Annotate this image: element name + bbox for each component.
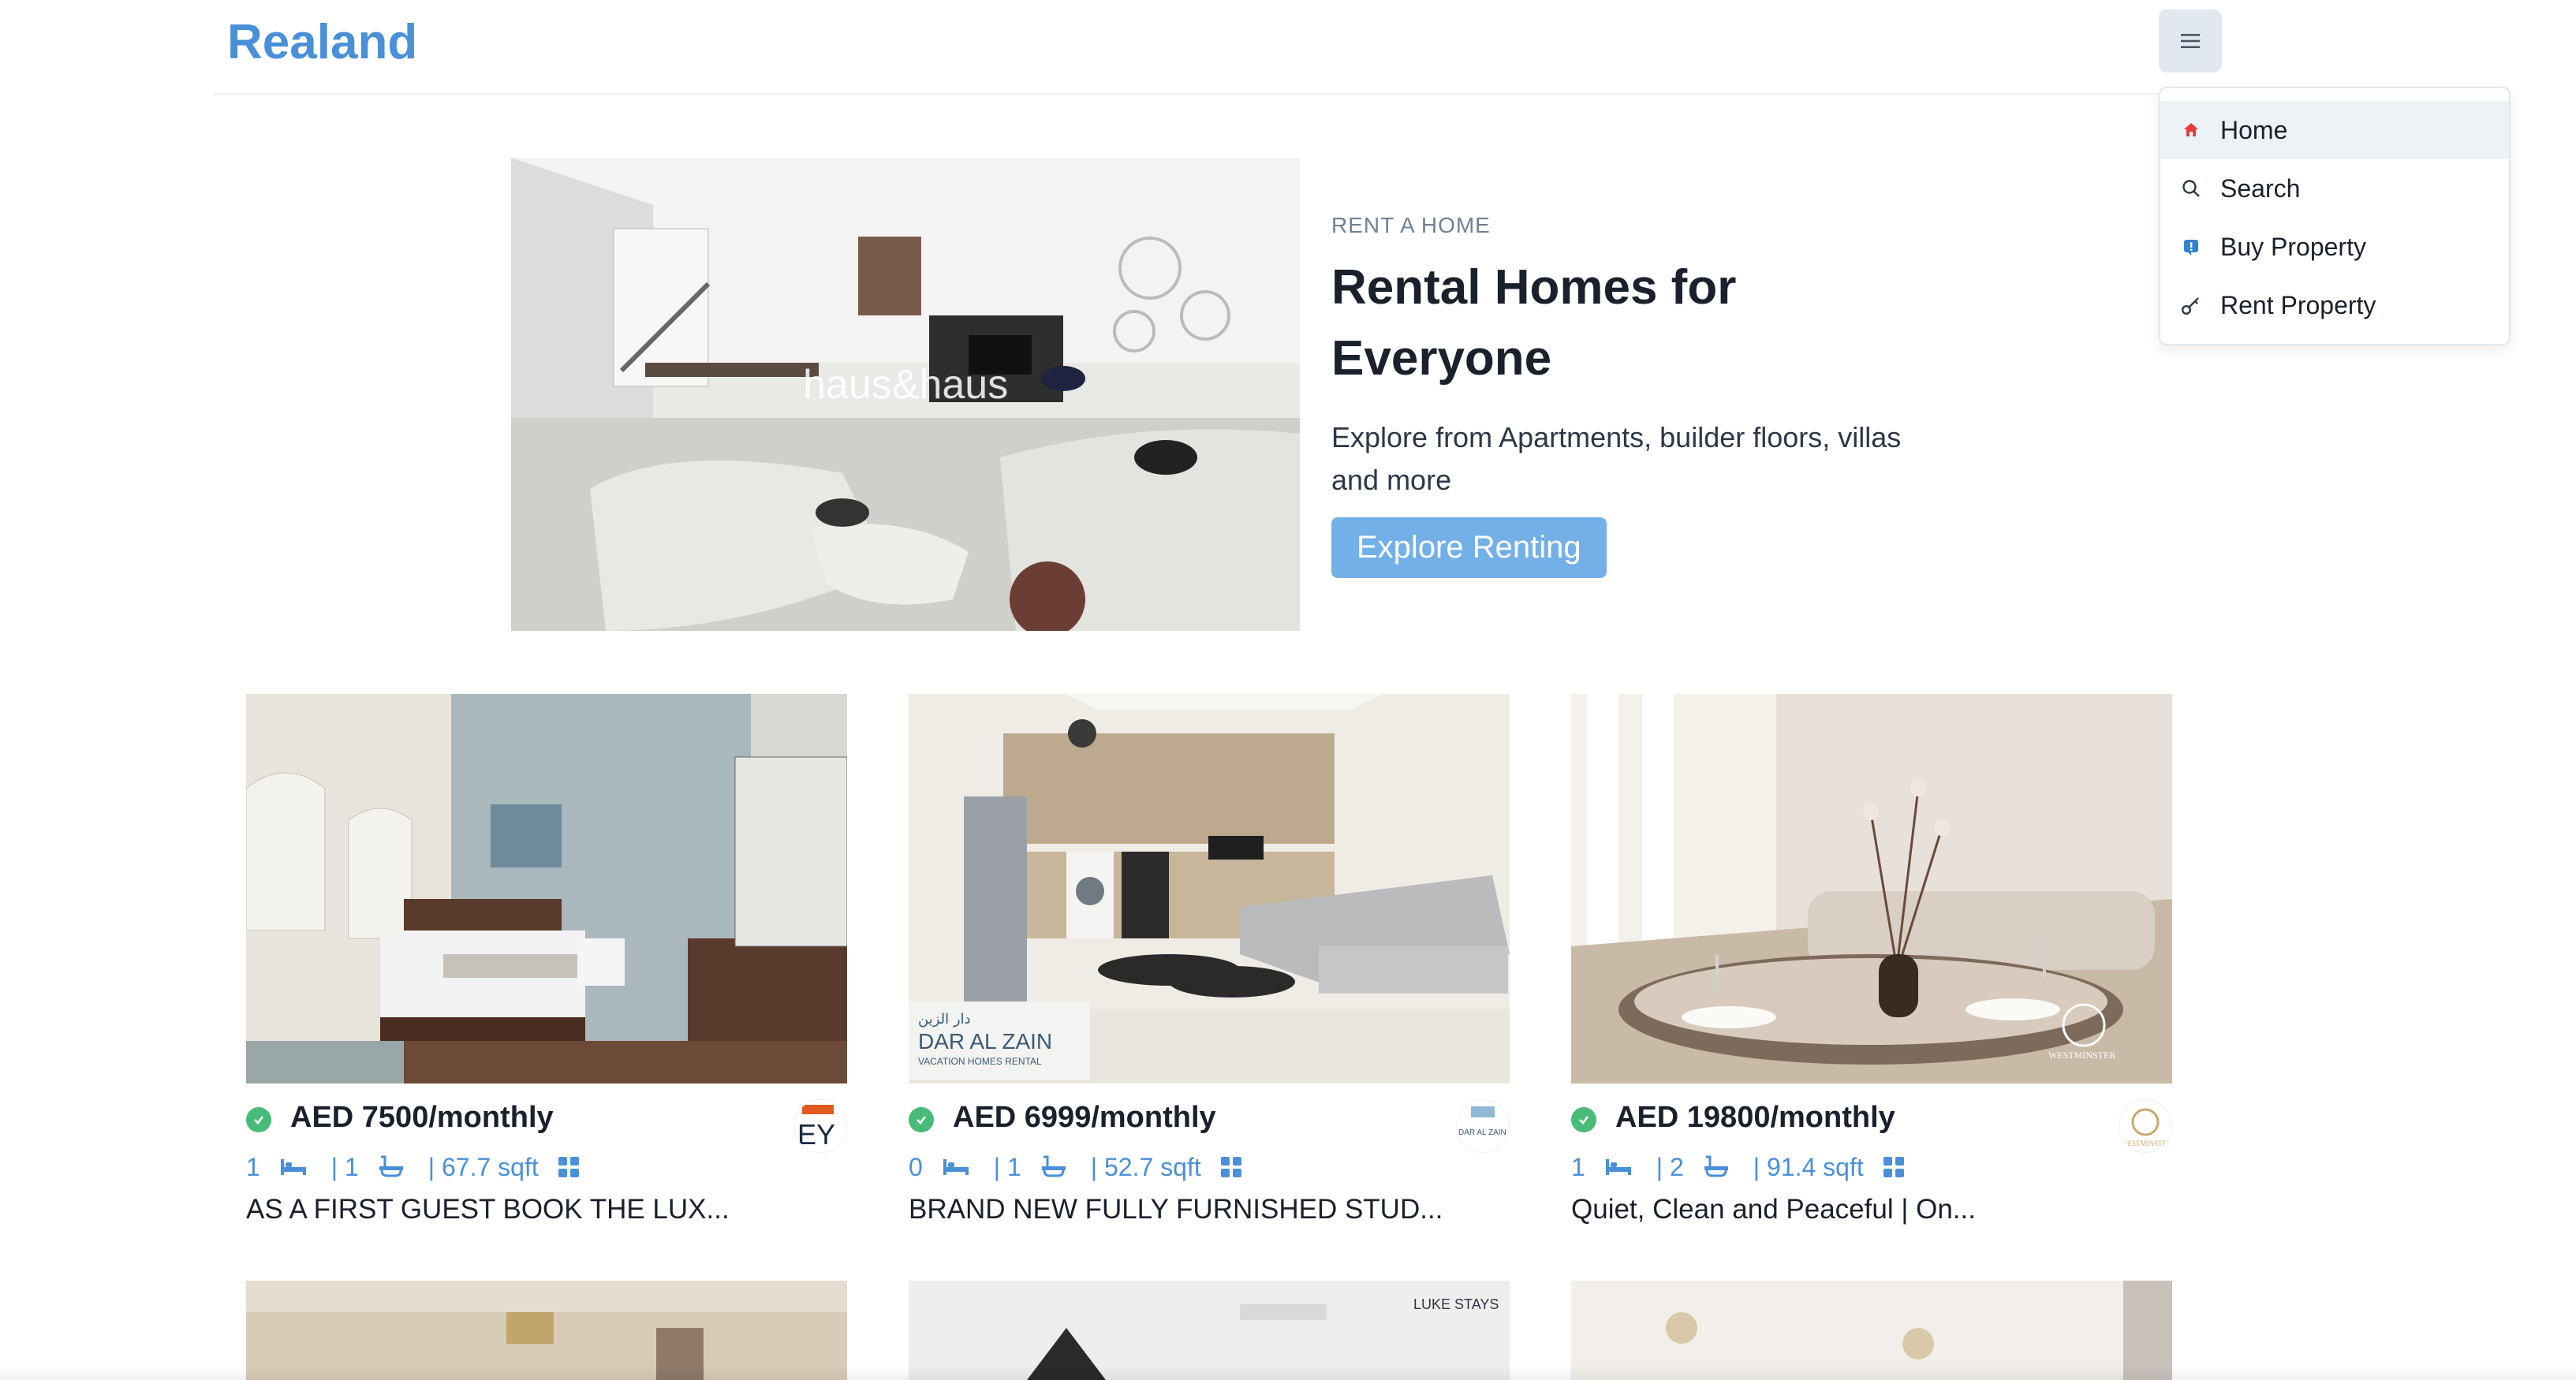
banner-title-line1: Rental Homes for [1331,260,1737,315]
listing-image[interactable] [246,694,847,1083]
listing-price: AED 6999/monthly [953,1101,1216,1134]
menu-item-buy-property[interactable]: Buy Property [2160,218,2509,276]
banner-title: Rental Homes for Everyone [1331,252,1931,394]
banner-title-line2: Everyone [1331,331,1552,386]
verified-badge-icon [246,1107,271,1132]
navbar: Realand [213,0,2201,95]
agency-logo[interactable]: WESTMINSTER [2119,1099,2172,1153]
bathrooms-count: | 2 [1656,1152,1684,1181]
westminster-watermark: WESTMINSTER [2048,1050,2115,1061]
menu-item-label: Rent Property [2220,290,2376,319]
banner-watermark: haus&haus [803,362,1008,408]
menu-item-home[interactable]: Home [2160,101,2509,159]
brand-logo[interactable]: Realand [227,14,417,70]
agency-logo-text: EY [797,1118,835,1151]
listing-price: AED 19800/monthly [1615,1101,1895,1134]
bathrooms-count: | 1 [330,1152,359,1181]
listing-card[interactable]: دار الزين DAR AL ZAIN VACATION HOMES REN… [909,694,1510,1225]
banner-text-block: RENT A HOME Rental Homes for Everyone Ex… [1331,213,1931,578]
banner-image: haus&haus [511,158,1300,631]
bath-icon [1040,1155,1067,1179]
area-size: | 67.7 sqft [427,1152,539,1181]
agency-logo-text: WESTMINSTER [2121,1139,2171,1147]
bedrooms-count: 1 [1571,1152,1585,1181]
agency-logo[interactable]: EY [793,1099,847,1153]
menu-item-label: Home [2220,115,2288,144]
verified-badge-icon [1571,1107,1596,1132]
listing-title[interactable]: AS A FIRST GUEST BOOK THE LUX... [246,1194,847,1225]
area-size: | 91.4 sqft [1753,1152,1864,1181]
bed-icon [1604,1158,1633,1177]
hamburger-icon [2181,34,2200,48]
listing-card[interactable]: WESTMINSTER AED 19800/monthly WESTMINSTE… [1571,694,2172,1225]
info-tag-icon [2181,237,2201,257]
search-icon [2181,178,2201,199]
listing-title[interactable]: Quiet, Clean and Peaceful | On... [1571,1194,2172,1225]
agency-logo-text: DAR AL ZAIN [1458,1128,1506,1137]
listing-specs: 1 | 2 | 91.4 sqft [1571,1147,2172,1188]
menu-item-rent-property[interactable]: Rent Property [2160,276,2509,334]
scroll-fade [0,1364,2576,1380]
listing-price: AED 7500/monthly [290,1101,554,1134]
menu-item-label: Buy Property [2220,232,2366,261]
bedrooms-count: 0 [909,1152,923,1181]
banner-eyebrow: RENT A HOME [1331,213,1491,237]
agency-logo[interactable]: DAR AL ZAIN [1456,1099,1510,1153]
bed-icon [279,1158,308,1177]
dar-al-zain-watermark-ar: دار الزين [918,1011,971,1028]
nav-dropdown-menu: Home Search Buy Property Rent Property [2159,87,2511,345]
key-icon [2181,295,2201,315]
bedrooms-count: 1 [246,1152,260,1181]
listing-specs: 0 | 1 | 52.7 sqft [909,1147,1510,1188]
bed-icon [942,1158,970,1177]
listing-image[interactable]: WESTMINSTER [1571,694,2172,1083]
banner-description: Explore from Apartments, builder floors,… [1331,421,1902,496]
bath-icon [378,1155,405,1179]
menu-item-search[interactable]: Search [2160,159,2509,218]
page: Realand Home Search Buy Property Rent Pr… [0,0,2576,1380]
bath-icon [1703,1155,1730,1179]
listing-image[interactable]: دار الزين DAR AL ZAIN VACATION HOMES REN… [909,694,1510,1083]
grid-icon [558,1156,580,1178]
grid-icon [1883,1156,1905,1178]
listing-title[interactable]: BRAND NEW FULLY FURNISHED STUD... [909,1194,1510,1225]
verified-badge-icon [909,1107,934,1132]
hamburger-menu-button[interactable] [2159,9,2222,73]
explore-renting-button[interactable]: Explore Renting [1331,517,1607,578]
luke-stays-watermark: LUKE STAYS [1413,1296,1499,1312]
dar-al-zain-watermark: DAR AL ZAIN [918,1029,1052,1054]
area-size: | 52.7 sqft [1090,1152,1201,1181]
grid-icon [1220,1156,1242,1178]
listing-specs: 1 | 1 | 67.7 sqft [246,1147,847,1188]
menu-item-label: Search [2220,173,2301,203]
listing-card[interactable]: AED 7500/monthly EY 1 | 1 | 67.7 sqft AS… [246,694,847,1225]
dar-al-zain-watermark-sub: VACATION HOMES RENTAL [918,1056,1042,1067]
bathrooms-count: | 1 [993,1152,1021,1181]
home-icon [2181,120,2201,140]
